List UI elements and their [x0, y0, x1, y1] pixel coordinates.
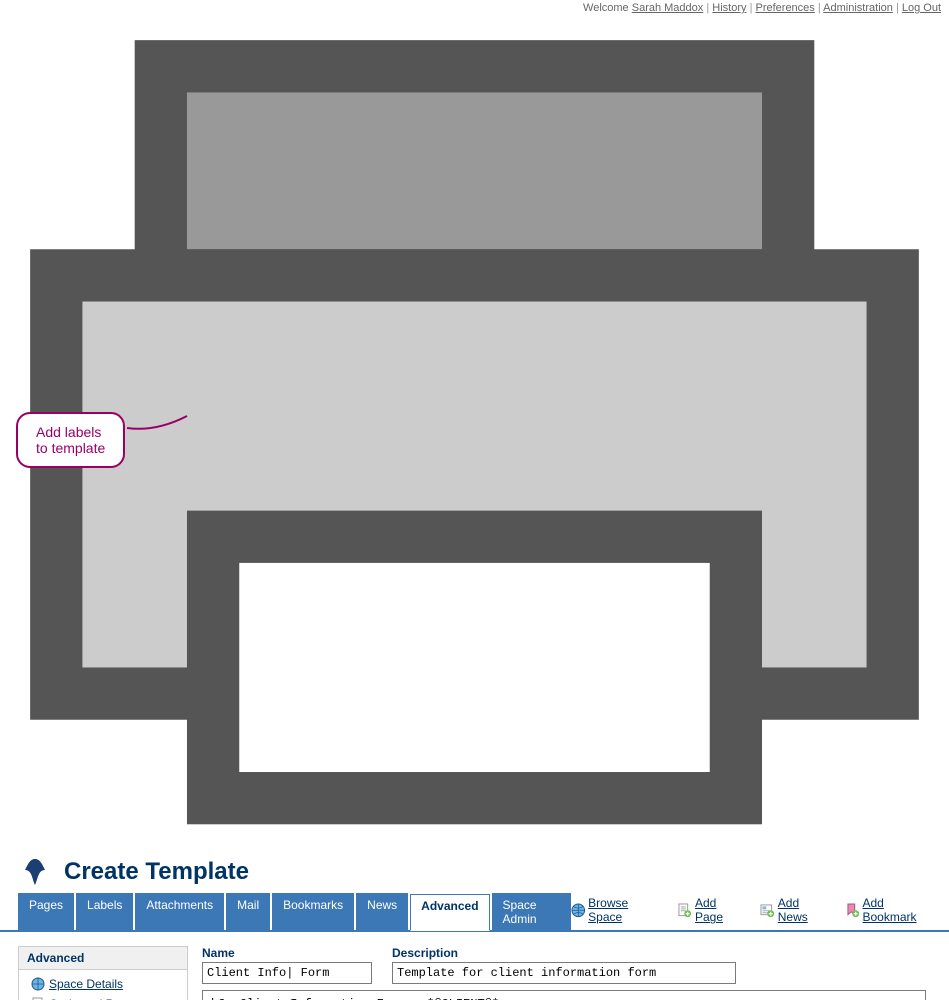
- confluence-logo-icon: [18, 857, 52, 887]
- globe-icon: [571, 903, 586, 918]
- tab-labels[interactable]: Labels: [76, 893, 133, 930]
- add-bookmark-link[interactable]: Add Bookmark: [845, 896, 939, 924]
- bookmark-plus-icon: [845, 903, 860, 918]
- news-plus-icon: [760, 903, 775, 918]
- sidebar-heading-advanced: Advanced: [19, 947, 187, 970]
- link-history[interactable]: History: [712, 2, 746, 14]
- tab-pages[interactable]: Pages: [18, 893, 74, 930]
- name-label: Name: [202, 946, 372, 960]
- layout: Advanced Space DetailsOrphaned PagesUnde…: [0, 932, 949, 1000]
- callout-text: Add labels to template: [36, 424, 105, 456]
- browse-space-link[interactable]: Browse Space: [571, 896, 664, 924]
- welcome-username[interactable]: Sarah Maddox: [632, 2, 704, 14]
- sidebar-item-label: Orphaned Pages: [49, 997, 140, 1000]
- globe-icon: [31, 977, 45, 991]
- tab-advanced[interactable]: Advanced: [410, 894, 489, 931]
- main-tabs-row: PagesLabelsAttachmentsMailBookmarksNewsA…: [0, 893, 949, 932]
- page-plus-icon: [677, 903, 692, 918]
- header: Create Template: [0, 853, 949, 893]
- add-page-link[interactable]: Add Page: [677, 896, 746, 924]
- welcome-prefix: Welcome: [583, 2, 629, 14]
- sidebar-item-space-details[interactable]: Space Details: [27, 974, 179, 994]
- tab-mail[interactable]: Mail: [226, 893, 270, 930]
- link-preferences[interactable]: Preferences: [755, 2, 814, 14]
- tab-space-admin[interactable]: Space Admin: [492, 893, 571, 930]
- tab-attachments[interactable]: Attachments: [135, 893, 224, 930]
- main-tabs: PagesLabelsAttachmentsMailBookmarksNewsA…: [18, 893, 571, 930]
- link-logout[interactable]: Log Out: [902, 2, 941, 14]
- description-input[interactable]: [392, 962, 736, 984]
- link-administration[interactable]: Administration: [823, 2, 893, 14]
- sidebar: Advanced Space DetailsOrphaned PagesUnde…: [18, 946, 188, 1000]
- callout: Add labels to template: [16, 412, 125, 468]
- template-content-textarea[interactable]: [202, 990, 926, 1000]
- description-label: Description: [392, 946, 736, 960]
- page-icon: [31, 997, 45, 1000]
- main-form: Name Description Labels: DONE Tip: Looki…: [202, 946, 939, 1000]
- tab-bookmarks[interactable]: Bookmarks: [272, 893, 354, 930]
- sidebar-item-label: Space Details: [49, 977, 123, 991]
- quick-links: Browse Space Add Page Add News Add Bookm…: [571, 896, 939, 927]
- callout-tail: [126, 414, 188, 432]
- name-input[interactable]: [202, 962, 372, 984]
- sidebar-panel-advanced: Advanced Space DetailsOrphaned PagesUnde…: [18, 946, 188, 1000]
- page-title: Create Template: [64, 858, 249, 886]
- sidebar-item-orphaned-pages[interactable]: Orphaned Pages: [27, 994, 179, 1000]
- print-icon[interactable]: [4, 841, 945, 853]
- tab-news[interactable]: News: [356, 893, 408, 930]
- add-news-link[interactable]: Add News: [760, 896, 831, 924]
